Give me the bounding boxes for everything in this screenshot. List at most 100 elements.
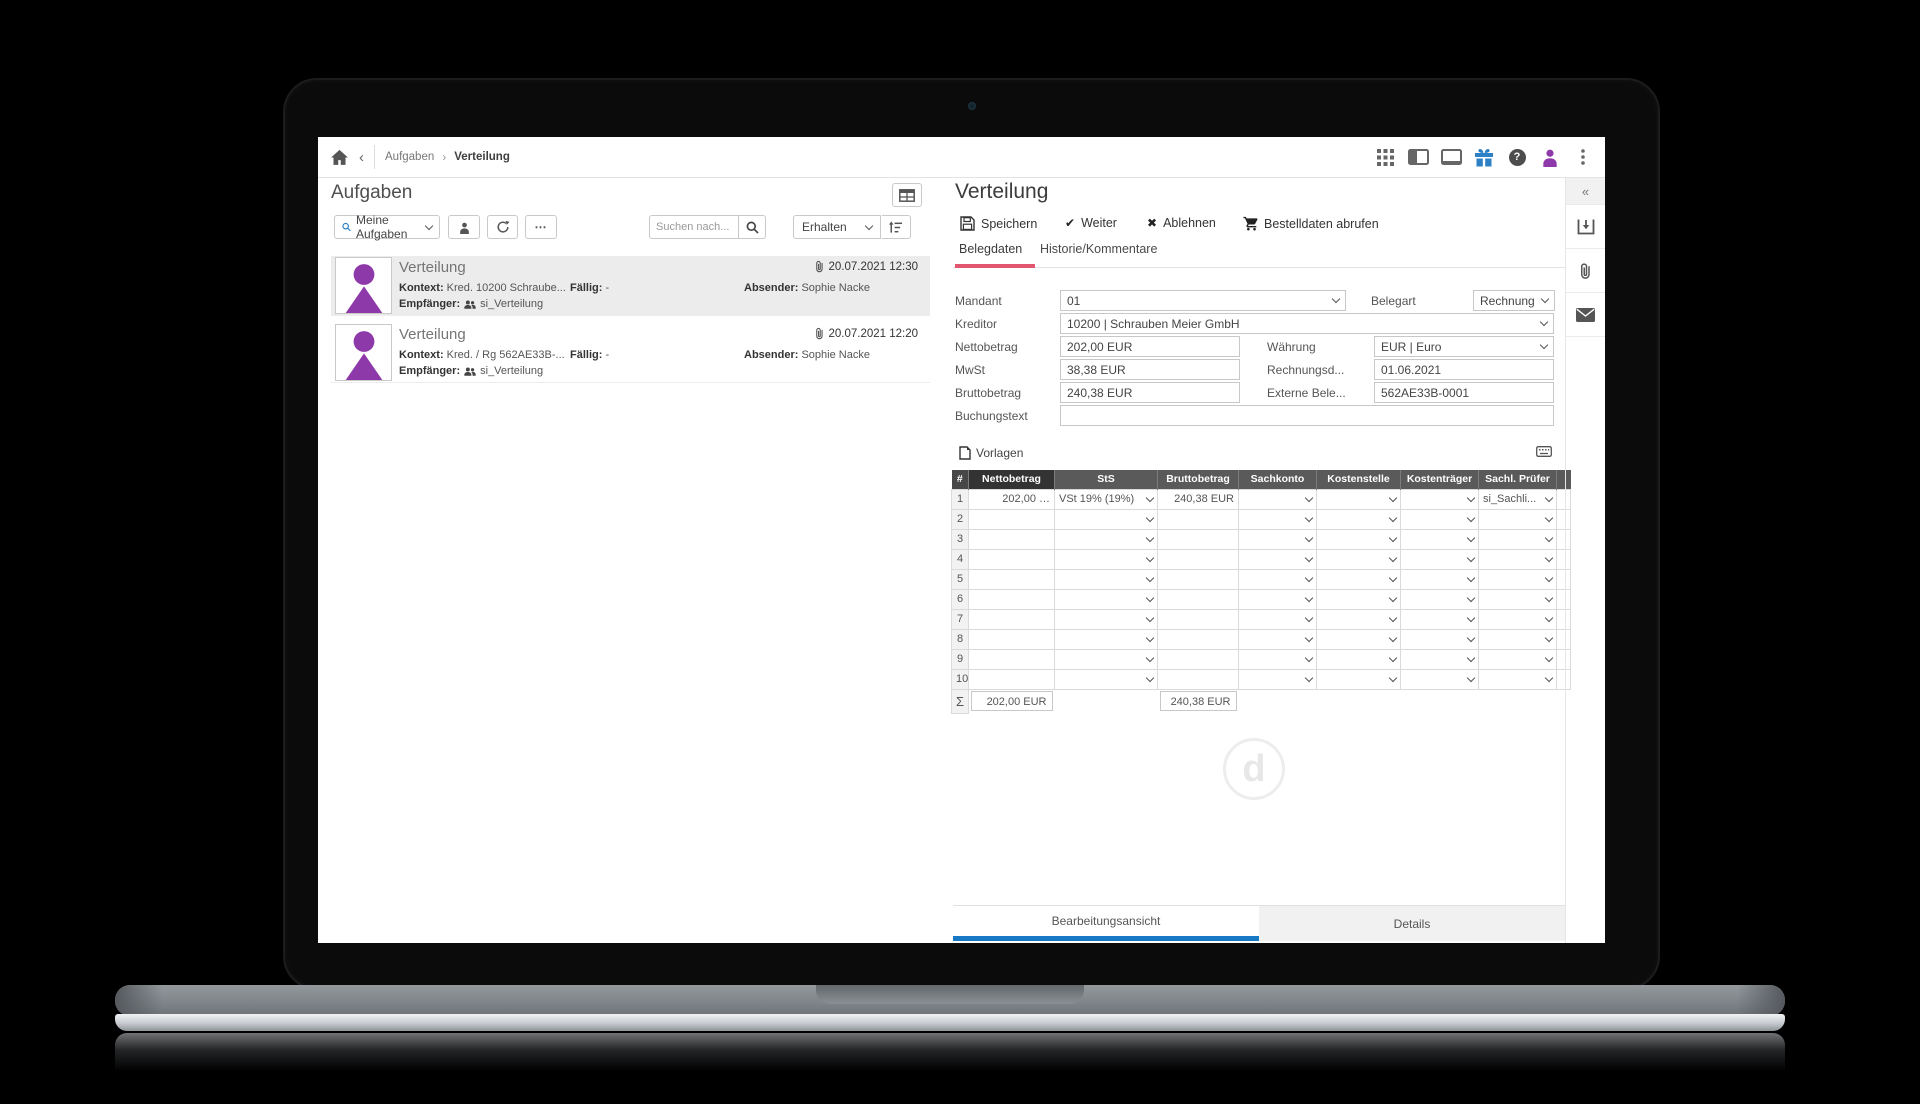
cell-kostentraeger[interactable] — [1401, 669, 1479, 689]
task-list-item[interactable]: Verteilung 20.07.2021 12:20 Kontext: Kre… — [331, 323, 930, 383]
envelope-icon[interactable] — [1566, 293, 1605, 337]
cell-pruefer[interactable] — [1479, 649, 1557, 669]
tab-details[interactable]: Details — [1259, 906, 1565, 941]
cell-nettobetrag[interactable] — [969, 629, 1055, 649]
my-tasks-filter-button[interactable]: Meine Aufgaben — [334, 215, 440, 239]
cell-sts[interactable] — [1055, 509, 1158, 529]
cell-kostentraeger[interactable] — [1401, 489, 1479, 509]
cell-bruttobetrag[interactable] — [1158, 509, 1239, 529]
more-options-button[interactable]: ⋯ — [525, 215, 557, 239]
keyboard-icon[interactable] — [1536, 446, 1552, 457]
breadcrumb-aufgaben[interactable]: Aufgaben — [385, 151, 434, 163]
buchungstext-input[interactable] — [1060, 405, 1554, 426]
gift-icon[interactable] — [1472, 145, 1496, 169]
cell-kostentraeger[interactable] — [1401, 609, 1479, 629]
cell-sts[interactable] — [1055, 569, 1158, 589]
tab-bearbeitungsansicht[interactable]: Bearbeitungsansicht — [953, 906, 1259, 941]
cell-sts[interactable] — [1055, 589, 1158, 609]
refresh-button[interactable] — [487, 215, 518, 239]
cell-pruefer[interactable] — [1479, 589, 1557, 609]
save-button[interactable]: Speichern — [960, 216, 1037, 231]
cell-nettobetrag[interactable] — [969, 609, 1055, 629]
cell-nettobetrag[interactable] — [969, 589, 1055, 609]
split-view-icon[interactable] — [1406, 145, 1430, 169]
cell-sts[interactable] — [1055, 669, 1158, 689]
cell-kostentraeger[interactable] — [1401, 549, 1479, 569]
cell-kostentraeger[interactable] — [1401, 649, 1479, 669]
received-filter-select[interactable]: Erhalten — [793, 215, 881, 239]
cell-sachkonto[interactable] — [1239, 489, 1317, 509]
vorlagen-button[interactable]: Vorlagen — [959, 446, 1023, 460]
reject-button[interactable]: ✖ Ablehnen — [1147, 216, 1216, 230]
cell-kostenstelle[interactable] — [1317, 549, 1401, 569]
table-view-button[interactable] — [892, 183, 922, 207]
cell-bruttobetrag[interactable] — [1158, 569, 1239, 589]
cell-bruttobetrag[interactable] — [1158, 669, 1239, 689]
cell-nettobetrag[interactable] — [969, 669, 1055, 689]
rechnungsdatum-input[interactable] — [1374, 359, 1554, 380]
sort-button[interactable] — [882, 215, 911, 239]
cell-pruefer[interactable] — [1479, 569, 1557, 589]
waehrung-select[interactable]: EUR | Euro — [1374, 336, 1554, 357]
tab-belegdaten[interactable]: Belegdaten — [955, 242, 1035, 268]
cell-kostentraeger[interactable] — [1401, 529, 1479, 549]
search-input[interactable] — [649, 215, 739, 239]
cell-sachkonto[interactable] — [1239, 569, 1317, 589]
cell-nettobetrag[interactable] — [969, 509, 1055, 529]
cell-bruttobetrag[interactable] — [1158, 629, 1239, 649]
cell-pruefer[interactable]: si_Sachli... — [1479, 489, 1557, 509]
cell-sts[interactable] — [1055, 649, 1158, 669]
cell-bruttobetrag[interactable]: 240,38 EUR — [1158, 489, 1239, 509]
cell-pruefer[interactable] — [1479, 549, 1557, 569]
cell-sachkonto[interactable] — [1239, 609, 1317, 629]
cell-kostenstelle[interactable] — [1317, 489, 1401, 509]
cell-sachkonto[interactable] — [1239, 629, 1317, 649]
apps-grid-icon[interactable] — [1373, 145, 1397, 169]
cell-bruttobetrag[interactable] — [1158, 529, 1239, 549]
back-chevron-icon[interactable]: ‹ — [359, 150, 364, 165]
cell-sachkonto[interactable] — [1239, 509, 1317, 529]
cell-pruefer[interactable] — [1479, 629, 1557, 649]
cell-sts[interactable] — [1055, 609, 1158, 629]
mwst-input[interactable] — [1060, 359, 1240, 380]
bruttobetrag-input[interactable] — [1060, 382, 1240, 403]
cell-bruttobetrag[interactable] — [1158, 609, 1239, 629]
cell-sachkonto[interactable] — [1239, 649, 1317, 669]
home-icon[interactable] — [330, 149, 349, 166]
search-submit-button[interactable] — [739, 215, 766, 239]
cell-kostenstelle[interactable] — [1317, 669, 1401, 689]
cell-sts[interactable] — [1055, 529, 1158, 549]
import-document-icon[interactable] — [1566, 205, 1605, 249]
help-icon[interactable]: ? — [1505, 145, 1529, 169]
cell-kostentraeger[interactable] — [1401, 569, 1479, 589]
cell-nettobetrag[interactable] — [969, 529, 1055, 549]
belegart-select[interactable]: Rechnung — [1473, 290, 1555, 311]
cell-nettobetrag[interactable] — [969, 569, 1055, 589]
cell-sts[interactable]: VSt 19% (19%) — [1055, 489, 1158, 509]
cell-sachkonto[interactable] — [1239, 589, 1317, 609]
cell-kostentraeger[interactable] — [1401, 589, 1479, 609]
cell-bruttobetrag[interactable] — [1158, 649, 1239, 669]
cell-sts[interactable] — [1055, 629, 1158, 649]
paperclip-icon[interactable] — [1566, 249, 1605, 293]
next-button[interactable]: ✔ Weiter — [1065, 216, 1117, 230]
cell-pruefer[interactable] — [1479, 509, 1557, 529]
cell-pruefer[interactable] — [1479, 529, 1557, 549]
assignee-filter-button[interactable] — [448, 215, 480, 239]
cell-kostenstelle[interactable] — [1317, 609, 1401, 629]
cell-kostentraeger[interactable] — [1401, 509, 1479, 529]
cell-kostenstelle[interactable] — [1317, 589, 1401, 609]
task-list-item[interactable]: Verteilung 20.07.2021 12:30 Kontext: Kre… — [331, 256, 930, 316]
cell-kostenstelle[interactable] — [1317, 629, 1401, 649]
nettobetrag-input[interactable] — [1060, 336, 1240, 357]
cell-sachkonto[interactable] — [1239, 529, 1317, 549]
kebab-menu-icon[interactable] — [1571, 145, 1595, 169]
mandant-select[interactable]: 01 — [1060, 290, 1346, 311]
cell-kostenstelle[interactable] — [1317, 649, 1401, 669]
window-icon[interactable] — [1439, 145, 1463, 169]
cell-sachkonto[interactable] — [1239, 669, 1317, 689]
externe-belegnr-input[interactable] — [1374, 382, 1554, 403]
cell-bruttobetrag[interactable] — [1158, 549, 1239, 569]
user-account-icon[interactable] — [1538, 145, 1562, 169]
kreditor-select[interactable]: 10200 | Schrauben Meier GmbH — [1060, 313, 1554, 334]
